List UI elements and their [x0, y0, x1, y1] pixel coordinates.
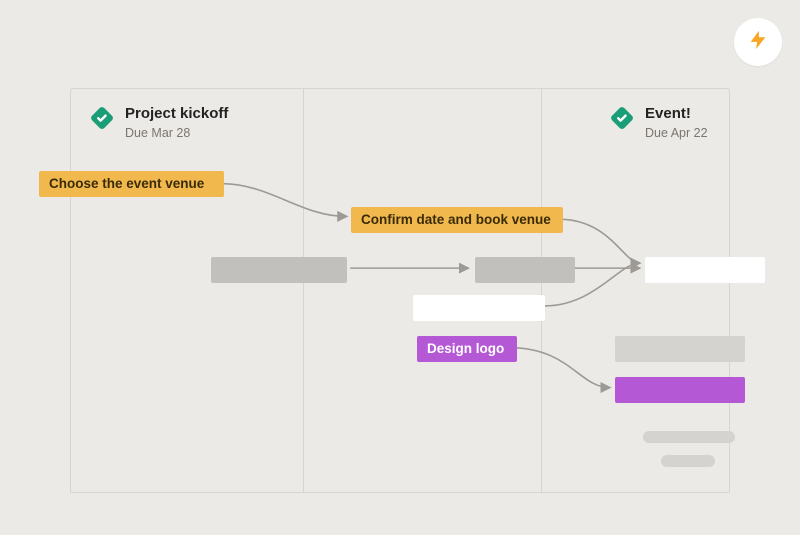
- task-bar-placeholder[interactable]: [645, 257, 765, 283]
- column-divider: [303, 89, 304, 492]
- task-bar-placeholder[interactable]: [615, 336, 745, 362]
- timeline-board: Project kickoff Due Mar 28 Event! Due Ap…: [70, 88, 730, 493]
- lightning-badge[interactable]: [734, 18, 782, 66]
- milestone-complete-icon: [609, 105, 635, 131]
- task-bar-confirm-book[interactable]: Confirm date and book venue: [351, 207, 563, 233]
- task-bar-placeholder[interactable]: [413, 295, 545, 321]
- task-bar-choose-venue[interactable]: Choose the event venue: [39, 171, 224, 197]
- milestone-due: Due Apr 22: [645, 126, 708, 142]
- dependency-connectors: [71, 89, 729, 492]
- task-bar-placeholder[interactable]: [475, 257, 575, 283]
- task-label: Design logo: [427, 341, 504, 356]
- milestone-kickoff[interactable]: Project kickoff Due Mar 28: [89, 105, 228, 141]
- task-bar-placeholder[interactable]: [643, 431, 735, 443]
- milestone-due: Due Mar 28: [125, 126, 228, 142]
- task-bar-placeholder[interactable]: [615, 377, 745, 403]
- milestone-title: Event!: [645, 105, 708, 124]
- task-bar-design-logo[interactable]: Design logo: [417, 336, 517, 362]
- milestone-complete-icon: [89, 105, 115, 131]
- milestone-title: Project kickoff: [125, 105, 228, 124]
- task-label: Choose the event venue: [49, 176, 204, 191]
- lightning-icon: [747, 29, 769, 56]
- milestone-event[interactable]: Event! Due Apr 22: [609, 105, 708, 141]
- column-divider: [541, 89, 542, 492]
- task-bar-placeholder[interactable]: [661, 455, 715, 467]
- task-bar-placeholder[interactable]: [211, 257, 347, 283]
- task-label: Confirm date and book venue: [361, 212, 551, 227]
